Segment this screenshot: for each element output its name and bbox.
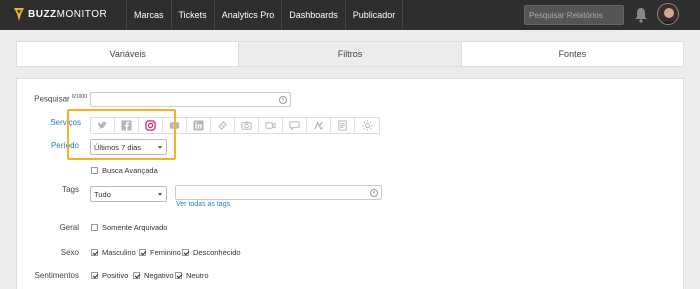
top-navbar: BUZZMONITOR Marcas Tickets Analytics Pro… (0, 0, 700, 30)
nav-publicador[interactable]: Publicador (346, 0, 404, 30)
see-all-tags-link[interactable]: Ver todas as tags (176, 201, 230, 208)
checkbox-box (139, 249, 146, 256)
positivo-checkbox[interactable]: Positivo (91, 271, 128, 280)
avatar-image (658, 4, 678, 24)
somente-arquivado-checkbox[interactable]: Somente Arquivado (91, 223, 167, 232)
linkedin-icon[interactable] (187, 118, 211, 133)
checkbox-label: Masculino (102, 248, 136, 257)
tab-filtros[interactable]: Filtros (239, 42, 462, 66)
nav-tickets[interactable]: Tickets (172, 0, 215, 30)
geral-label: Geral (59, 223, 79, 232)
checkbox-label: Negativo (144, 271, 174, 280)
checkbox-label: Feminino (150, 248, 181, 257)
desconhecido-checkbox[interactable]: Desconhecido (182, 248, 241, 257)
highlight-box (67, 109, 176, 160)
tab-fontes[interactable]: Fontes (462, 42, 683, 66)
tags-select[interactable]: Tudo (90, 186, 167, 202)
chevron-down-icon (158, 193, 162, 196)
reclame-icon[interactable] (307, 118, 331, 133)
tags-input[interactable]: × (175, 185, 382, 200)
search-field[interactable]: × (90, 92, 291, 107)
ticket-icon[interactable] (211, 118, 235, 133)
tags-select-value: Tudo (94, 190, 111, 199)
avatar[interactable] (657, 3, 679, 25)
camera-icon[interactable] (235, 118, 259, 133)
document-icon[interactable] (331, 118, 355, 133)
busca-avancada-checkbox[interactable]: Busca Avançada (91, 166, 158, 175)
checkbox-label: Positivo (102, 271, 129, 280)
checkbox-label: Somente Arquivado (102, 223, 168, 232)
negativo-checkbox[interactable]: Negativo (133, 271, 174, 280)
section-tabs: Variáveis Filtros Fontes (16, 41, 684, 67)
checkbox-box (91, 167, 98, 174)
checkbox-box (175, 272, 182, 279)
checkbox-label: Desconhecido (193, 248, 241, 257)
feminino-checkbox[interactable]: Feminino (139, 248, 181, 257)
video-icon[interactable] (259, 118, 283, 133)
bell-icon[interactable] (634, 7, 648, 23)
filters-panel: Pesquisar 0/1000 × Serviços Período Últi… (16, 78, 684, 289)
sexo-label: Sexo (60, 248, 79, 257)
checkbox-box (91, 224, 98, 231)
checkbox-box (182, 249, 189, 256)
chat-icon[interactable] (283, 118, 307, 133)
main-nav: Marcas Tickets Analytics Pro Dashboards … (126, 0, 404, 30)
tab-variaveis[interactable]: Variáveis (17, 42, 240, 66)
checkbox-box (91, 272, 98, 279)
checkbox-box (91, 249, 98, 256)
nav-marcas[interactable]: Marcas (126, 0, 172, 30)
clear-icon[interactable]: × (279, 96, 287, 104)
report-search-input[interactable] (524, 5, 624, 25)
nav-dashboards[interactable]: Dashboards (282, 0, 346, 30)
brand-name: BUZZMONITOR (28, 9, 108, 20)
checkbox-label: Busca Avançada (102, 166, 158, 175)
brand-logo[interactable]: BUZZMONITOR (14, 8, 107, 21)
sentimentos-label: Sentimentos (34, 271, 79, 280)
char-counter: 0/1000 (71, 94, 87, 100)
nav-analytics-pro[interactable]: Analytics Pro (215, 0, 283, 30)
tags-label: Tags (62, 185, 79, 194)
checkbox-box (133, 272, 140, 279)
neutro-checkbox[interactable]: Neutro (175, 271, 209, 280)
clear-icon[interactable]: × (370, 189, 378, 197)
logo-icon (14, 8, 24, 21)
masculino-checkbox[interactable]: Masculino (91, 248, 136, 257)
checkbox-label: Neutro (186, 271, 209, 280)
sun-icon[interactable] (355, 118, 379, 133)
pesquisar-label: Pesquisar 0/1000 (34, 94, 87, 104)
